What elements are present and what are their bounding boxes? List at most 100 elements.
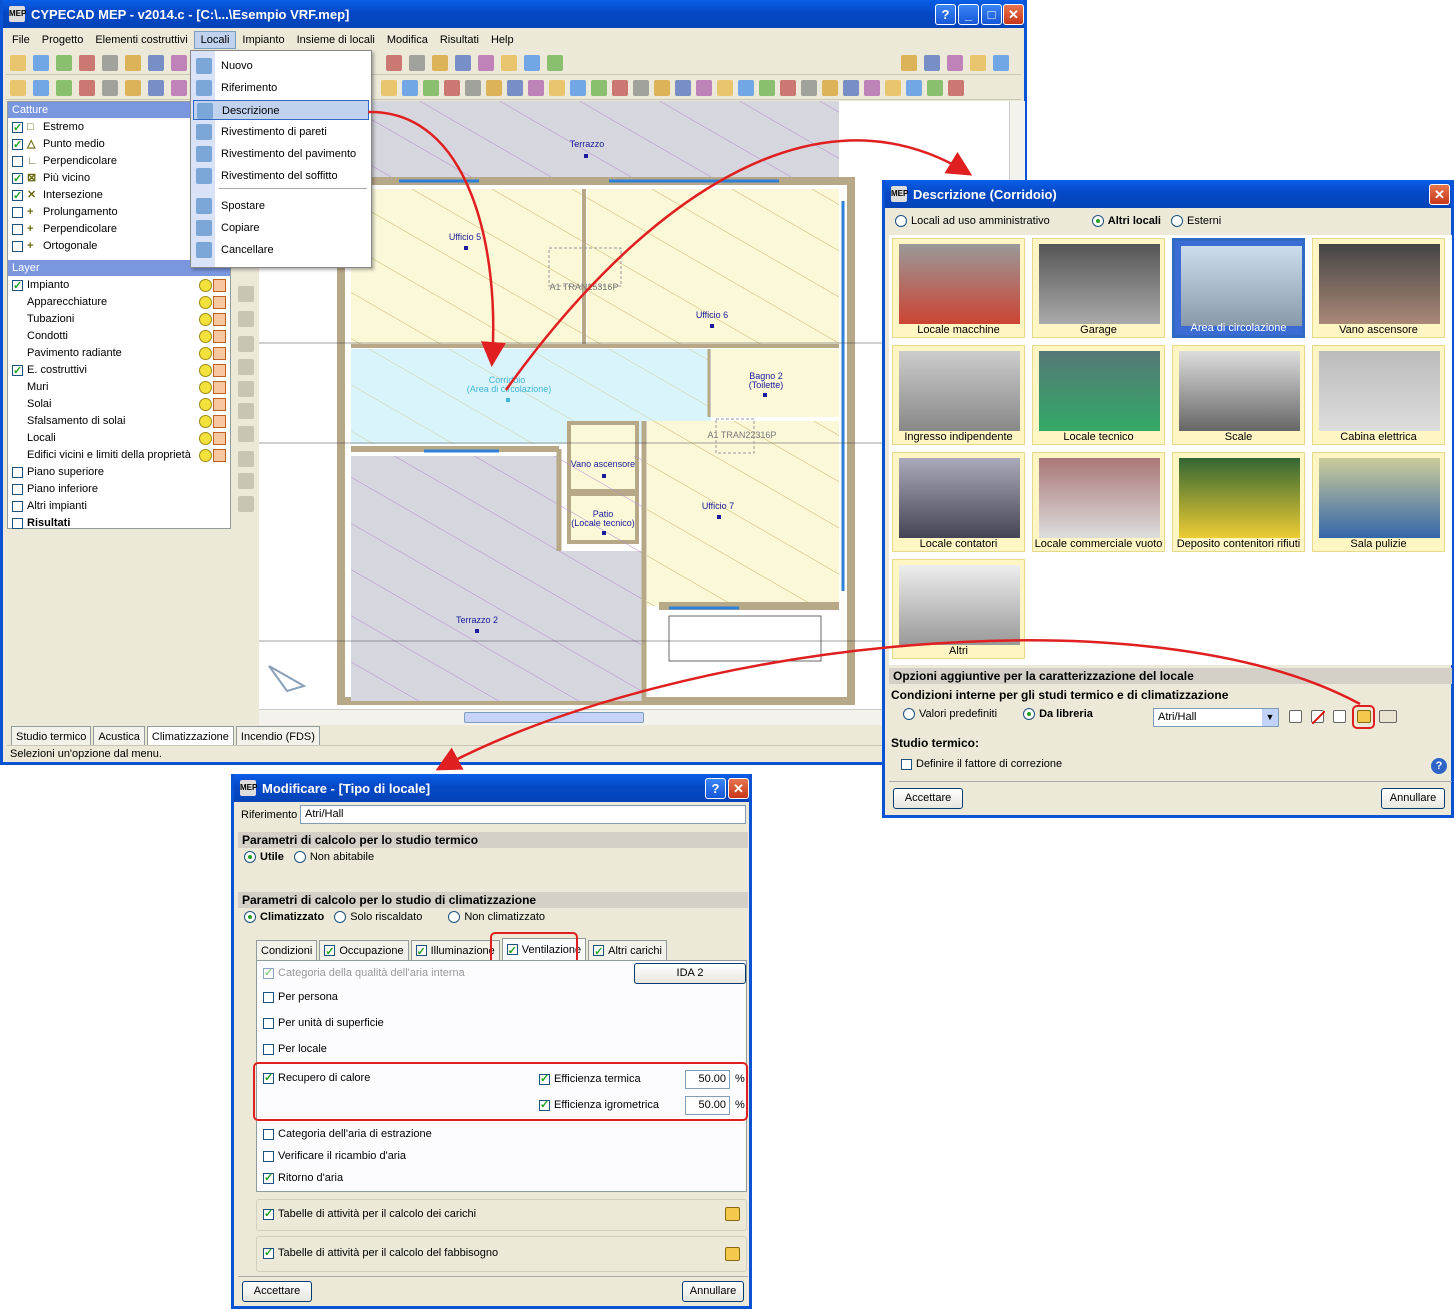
toolbar-tool-icon[interactable] bbox=[455, 55, 471, 71]
toolbar-tool-icon[interactable] bbox=[970, 55, 986, 71]
layer-visibility-icons[interactable] bbox=[199, 398, 226, 411]
locali-menu-item[interactable]: Descrizione bbox=[193, 100, 369, 120]
layer-visibility-icons[interactable] bbox=[199, 330, 226, 343]
tab-occupazione-checkbox[interactable] bbox=[324, 943, 336, 961]
menu-file[interactable]: File bbox=[6, 32, 36, 48]
menu-impianto[interactable]: Impianto bbox=[236, 32, 290, 48]
menu-elementi[interactable]: Elementi costruttivi bbox=[89, 32, 193, 48]
toolbar-tool-icon[interactable] bbox=[102, 55, 118, 71]
layer-checkbox[interactable] bbox=[12, 363, 23, 380]
catture-checkbox[interactable] bbox=[12, 171, 23, 188]
layer-checkbox[interactable] bbox=[12, 484, 23, 495]
catture-checkbox[interactable] bbox=[12, 241, 23, 252]
toolbar-tool-icon[interactable] bbox=[171, 80, 187, 96]
help-icon[interactable]: ? bbox=[1431, 758, 1447, 774]
menu-modifica[interactable]: Modifica bbox=[381, 32, 434, 48]
catture-checkbox[interactable] bbox=[12, 188, 23, 205]
maximize-button[interactable]: □ bbox=[981, 4, 1002, 25]
bulb-icon[interactable] bbox=[199, 398, 212, 411]
toolbar-tool-icon[interactable] bbox=[738, 80, 754, 96]
layer-visibility-icons[interactable] bbox=[199, 449, 226, 462]
radio-amministrativo[interactable] bbox=[895, 215, 907, 227]
menu-help[interactable]: Help bbox=[485, 32, 520, 48]
toolbar-tool-icon[interactable] bbox=[993, 55, 1009, 71]
tool-h-arrow-icon[interactable] bbox=[238, 336, 254, 352]
toolbar-tool-icon[interactable] bbox=[486, 80, 502, 96]
toolbar-tool-icon[interactable] bbox=[501, 55, 517, 71]
menu-insieme[interactable]: Insieme di locali bbox=[291, 32, 381, 48]
cube-icon[interactable] bbox=[213, 381, 226, 394]
bulb-icon[interactable] bbox=[199, 296, 212, 309]
cube-icon[interactable] bbox=[213, 398, 226, 411]
tab-acustica[interactable]: Acustica bbox=[93, 726, 145, 746]
toolbar-tool-icon[interactable] bbox=[717, 80, 733, 96]
tab-carichi-checkbox[interactable] bbox=[263, 1207, 274, 1220]
edit-fabb-icon[interactable] bbox=[725, 1247, 740, 1261]
locali-menu-item[interactable]: Nuovo bbox=[193, 56, 369, 76]
layer-checkbox[interactable] bbox=[12, 518, 23, 529]
add-icon[interactable] bbox=[1289, 710, 1302, 723]
menu-progetto[interactable]: Progetto bbox=[36, 32, 90, 48]
mod-close-button[interactable]: ✕ bbox=[728, 778, 749, 799]
tab-fabb-checkbox[interactable] bbox=[263, 1246, 274, 1259]
close-button[interactable]: ✕ bbox=[1003, 4, 1024, 25]
tool-move-icon[interactable] bbox=[238, 286, 254, 302]
toolbar-tool-icon[interactable] bbox=[675, 80, 691, 96]
locali-menu-item[interactable]: Riferimento bbox=[193, 78, 369, 98]
tool-v-arrow2-icon[interactable] bbox=[238, 403, 254, 419]
toolbar-tool-icon[interactable] bbox=[864, 80, 880, 96]
toolbar-tool-icon[interactable] bbox=[148, 55, 164, 71]
catture-checkbox[interactable] bbox=[12, 120, 23, 137]
layer-visibility-icons[interactable] bbox=[199, 347, 226, 360]
layer-visibility-icons[interactable] bbox=[199, 296, 226, 309]
delete-icon[interactable] bbox=[1311, 710, 1326, 725]
locali-menu-item[interactable]: Rivestimento del soffitto bbox=[193, 166, 369, 186]
layer-checkbox[interactable] bbox=[12, 278, 23, 295]
radio-predefiniti[interactable] bbox=[903, 708, 915, 720]
cube-icon[interactable] bbox=[213, 330, 226, 343]
locali-menu-item[interactable]: Cancellare bbox=[193, 240, 369, 260]
toolbar-tool-icon[interactable] bbox=[402, 80, 418, 96]
toolbar-tool-icon[interactable] bbox=[10, 55, 26, 71]
cube-icon[interactable] bbox=[213, 432, 226, 445]
tool-h-arrow2-icon[interactable] bbox=[238, 381, 254, 397]
toolbar-tool-icon[interactable] bbox=[901, 55, 917, 71]
catture-checkbox[interactable] bbox=[12, 207, 23, 218]
tool-trim-icon[interactable] bbox=[238, 311, 254, 327]
bulb-icon[interactable] bbox=[199, 432, 212, 445]
radio-non-abitabile[interactable] bbox=[293, 851, 306, 863]
per-persona-checkbox[interactable] bbox=[263, 991, 274, 1003]
tab-climatizzazione[interactable]: Climatizzazione bbox=[146, 726, 234, 746]
toolbar-tool-icon[interactable] bbox=[524, 55, 540, 71]
toolbar-tool-icon[interactable] bbox=[79, 80, 95, 96]
layer-visibility-icons[interactable] bbox=[199, 313, 226, 326]
verif-checkbox[interactable] bbox=[263, 1150, 274, 1162]
toolbar-tool-icon[interactable] bbox=[507, 80, 523, 96]
toolbar-tool-icon[interactable] bbox=[885, 80, 901, 96]
toolbar-tool-icon[interactable] bbox=[822, 80, 838, 96]
desc-close-button[interactable]: ✕ bbox=[1429, 184, 1450, 205]
toolbar-tool-icon[interactable] bbox=[927, 80, 943, 96]
cube-icon[interactable] bbox=[213, 449, 226, 462]
ref-input[interactable]: Atri/Hall bbox=[300, 805, 746, 824]
room-type-tile[interactable]: Scale bbox=[1172, 345, 1305, 445]
toolbar-tool-icon[interactable] bbox=[102, 80, 118, 96]
layer-visibility-icons[interactable] bbox=[199, 364, 226, 377]
tab-occupazione[interactable]: Occupazione bbox=[319, 940, 409, 961]
toolbar-tool-icon[interactable] bbox=[10, 80, 26, 96]
room-type-tile[interactable]: Sala pulizie bbox=[1312, 452, 1445, 552]
radio-non-climatizzato[interactable] bbox=[448, 911, 461, 923]
help-button[interactable]: ? bbox=[935, 4, 956, 25]
bulb-icon[interactable] bbox=[199, 449, 212, 462]
mod-ok-button[interactable]: Accettare bbox=[242, 1281, 312, 1302]
toolbar-tool-icon[interactable] bbox=[780, 80, 796, 96]
cube-icon[interactable] bbox=[213, 313, 226, 326]
room-type-tile[interactable]: Locale contatori bbox=[892, 452, 1025, 552]
locali-menu-item[interactable]: Copiare bbox=[193, 218, 369, 238]
bulb-icon[interactable] bbox=[199, 381, 212, 394]
toolbar-tool-icon[interactable] bbox=[125, 80, 141, 96]
toolbar-tool-icon[interactable] bbox=[947, 55, 963, 71]
locali-menu-item[interactable]: Rivestimento di pareti bbox=[193, 122, 369, 142]
toolbar-tool-icon[interactable] bbox=[612, 80, 628, 96]
room-type-tile[interactable]: Deposito contenitori rifiuti bbox=[1172, 452, 1305, 552]
